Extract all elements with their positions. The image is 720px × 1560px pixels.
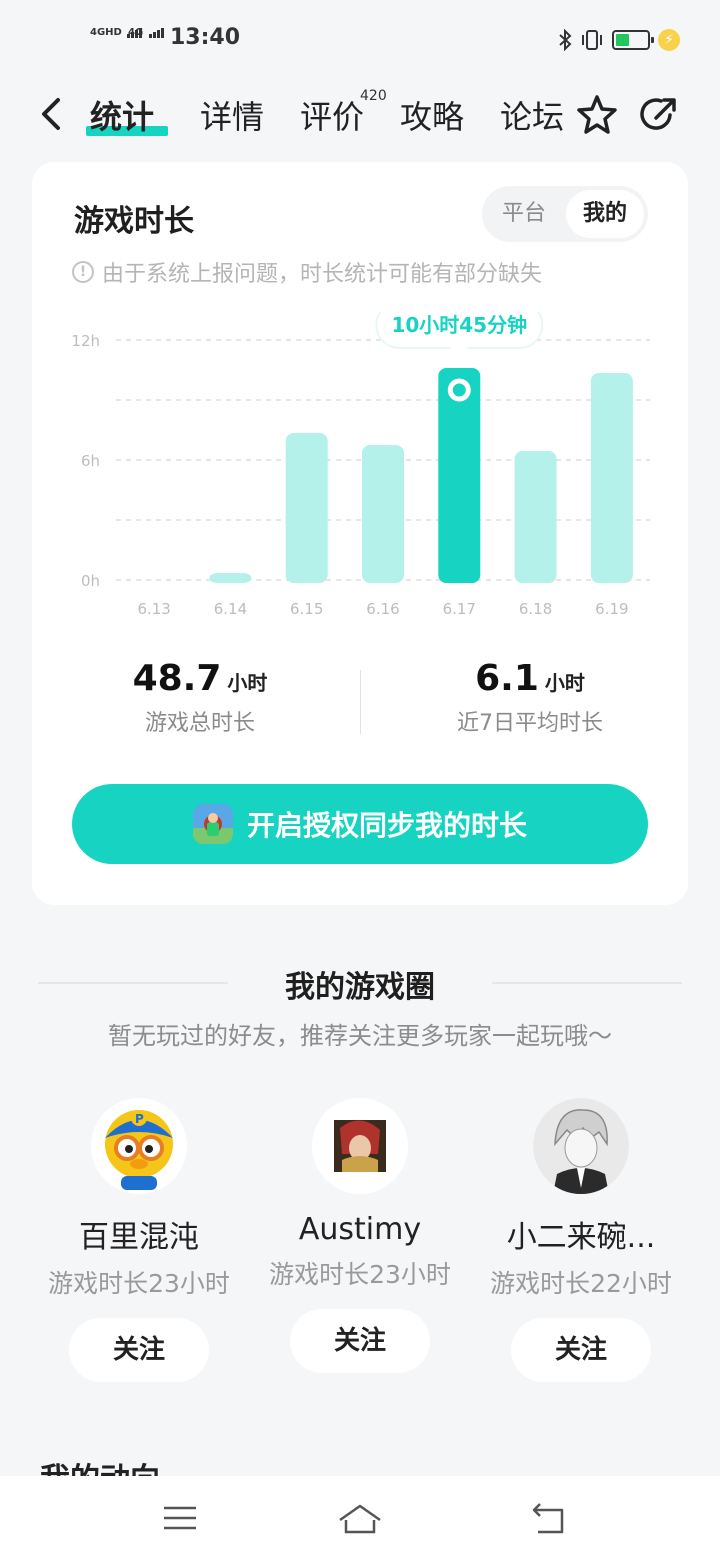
- follow-button[interactable]: 关注: [511, 1318, 651, 1382]
- friend-name: 百里混沌: [79, 1220, 199, 1255]
- friend-card: Austimy 游戏时长23小时 关注: [250, 1098, 470, 1373]
- battery-level: [616, 34, 629, 46]
- friend-card: P 百里混沌 游戏时长23小时 关注: [29, 1098, 249, 1382]
- total-playtime-value: 48.7: [132, 658, 222, 699]
- game-circle-subtitle: 暂无玩过的好友，推荐关注更多玩家一起玩哦～: [108, 1022, 612, 1050]
- chart-tooltip-pointer: [450, 347, 469, 358]
- signal-2-icon: 4G: [128, 28, 165, 38]
- chart-x-tick-label: 6.13: [137, 600, 170, 618]
- chart-x-tick-label: 6.16: [366, 600, 399, 618]
- chart-bar: [362, 445, 404, 583]
- chart-x-tick-label: 6.14: [214, 600, 247, 618]
- avg-playtime-stat: 6.1 小时 近7日平均时长: [400, 658, 660, 737]
- notice-text: 由于系统上报问题，时长统计可能有部分缺失: [102, 262, 543, 287]
- chart-tooltip-label: 10小时45分钟: [391, 313, 527, 337]
- total-playtime-stat: 48.7 小时 游戏总时长: [70, 658, 330, 737]
- sync-playtime-button[interactable]: 开启授权同步我的时长: [72, 784, 648, 864]
- avatar[interactable]: P: [91, 1098, 187, 1194]
- game-circle-title: 我的游戏圈: [285, 970, 435, 1005]
- chart-y-tick-label: 12h: [71, 332, 100, 350]
- friend-playtime: 游戏时长22小时: [490, 1269, 672, 1298]
- follow-button[interactable]: 关注: [69, 1318, 209, 1382]
- card-title: 游戏时长: [74, 204, 194, 239]
- total-playtime-label: 游戏总时长: [144, 711, 255, 736]
- status-icons: ⚡: [558, 26, 680, 54]
- tab-guides[interactable]: 攻略: [400, 92, 464, 138]
- battery-icon: [612, 30, 654, 50]
- segment-mine[interactable]: 我的: [566, 190, 644, 238]
- bluetooth-icon: [559, 29, 572, 51]
- segment-platform[interactable]: 平台: [488, 190, 560, 238]
- source-toggle: 平台 我的: [482, 186, 648, 242]
- chart-y-tick-label: 0h: [81, 572, 100, 590]
- avatar[interactable]: [312, 1098, 408, 1194]
- svg-text:P: P: [135, 1112, 144, 1126]
- avatar[interactable]: [533, 1098, 629, 1194]
- tab-stats[interactable]: 统计: [90, 92, 154, 138]
- charging-icon: ⚡: [658, 29, 680, 51]
- tab-details[interactable]: 详情: [200, 92, 264, 138]
- chart-y-tick-label: 6h: [81, 452, 100, 470]
- tab-forum[interactable]: 论坛: [500, 92, 564, 138]
- back-arrow-icon[interactable]: [34, 94, 70, 134]
- total-playtime-unit: 小时: [227, 671, 268, 695]
- share-icon[interactable]: [636, 92, 682, 138]
- friend-playtime: 游戏时长23小时: [269, 1260, 451, 1289]
- sync-playtime-label: 开启授权同步我的时长: [246, 809, 527, 842]
- friend-card: 小二来碗... 游戏时长22小时 关注: [471, 1098, 691, 1382]
- chart-x-tick-label: 6.17: [443, 600, 476, 618]
- playtime-bar-chart: 0h 6h 12h 6.13 6.14 6.15 6.16 6.17 6.18 6.19 10小时4…: [71, 312, 650, 618]
- friend-name: Austimy: [298, 1212, 422, 1247]
- system-nav-bar: [0, 1476, 720, 1560]
- data-notice: ! 由于系统上报问题，时长统计可能有部分缺失: [72, 256, 542, 288]
- penguin-avatar-icon: P: [91, 1098, 187, 1194]
- chart-bar: [285, 433, 328, 583]
- chart-bar: [590, 373, 633, 583]
- chart-x-tick-label: 6.15: [290, 600, 323, 618]
- follow-button[interactable]: 关注: [290, 1309, 430, 1373]
- chart-bar: [209, 573, 252, 583]
- game-app-icon: [192, 804, 233, 844]
- avg-playtime-unit: 小时: [544, 671, 585, 695]
- home-icon[interactable]: [336, 1500, 384, 1536]
- menu-icon[interactable]: [160, 1500, 200, 1536]
- avg-playtime-label: 近7日平均时长: [457, 711, 603, 736]
- network-type-1: 4GHD: [90, 27, 122, 38]
- anime-avatar-icon: [533, 1098, 629, 1194]
- tab-reviews[interactable]: 评价: [300, 92, 364, 138]
- reviews-count-badge: 420: [360, 88, 387, 104]
- friend-playtime: 游戏时长23小时: [48, 1269, 230, 1298]
- playtime-card: 游戏时长 平台 我的 ! 由于系统上报问题，时长统计可能有部分缺失 0h 6h 12…: [32, 162, 688, 905]
- back-icon[interactable]: [528, 1500, 568, 1536]
- friend-name: 小二来碗...: [506, 1220, 656, 1255]
- chart-x-tick-label: 6.19: [595, 600, 628, 618]
- info-icon: !: [72, 261, 94, 283]
- character-avatar-icon: [312, 1098, 408, 1194]
- chart-bar: [514, 451, 557, 583]
- star-icon[interactable]: [574, 92, 620, 138]
- vibrate-icon: [582, 30, 602, 50]
- top-nav: 统计 详情 评价 420 攻略 论坛: [0, 80, 720, 150]
- chart-x-tick-label: 6.18: [519, 600, 552, 618]
- stat-divider: [360, 670, 361, 734]
- network-type-2: 4G: [128, 27, 144, 38]
- status-bar: 4GHD 4G 13:40 ⚡: [0, 0, 720, 80]
- clock: 13:40: [170, 25, 241, 50]
- avg-playtime-value: 6.1: [475, 658, 539, 699]
